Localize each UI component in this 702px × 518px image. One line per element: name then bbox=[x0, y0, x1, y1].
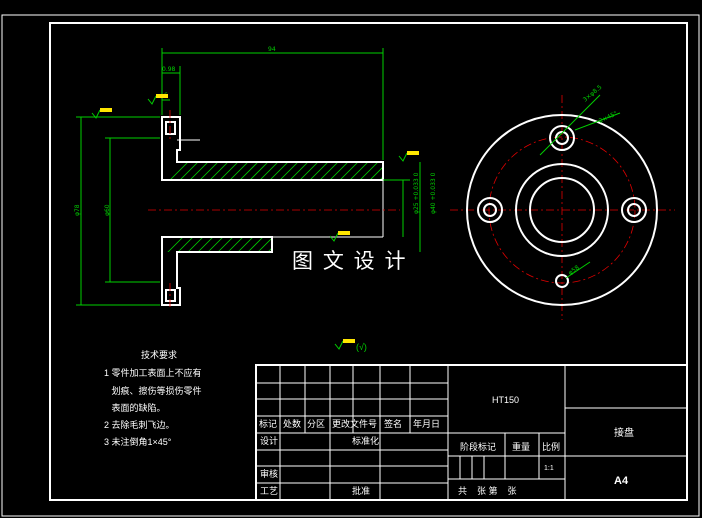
title-block: 标记 处数 分区 更改文件号 签名 年月日 设计 标准化 审核 工艺 批准 HT… bbox=[255, 364, 688, 501]
header-change-doc: 更改文件号 bbox=[332, 418, 377, 429]
design-label: 设计 bbox=[260, 435, 278, 446]
lower-wall-outline bbox=[161, 236, 273, 306]
lower-bolt-hole bbox=[165, 289, 176, 302]
roughness-symbol-4 bbox=[329, 231, 350, 242]
tech-heading: 技术要求 bbox=[141, 349, 177, 360]
roughness-symbol-2 bbox=[147, 94, 168, 105]
tech-item-2: 划痕、擦伤等损伤零件 bbox=[104, 385, 202, 396]
dim-flange-a-text: 0.98 bbox=[162, 66, 176, 73]
header-mark: 标记 bbox=[259, 418, 277, 429]
section-view: 94 0.98 6 φ78 φ60 φ25 +0.033 0 φ40 +0.03… bbox=[74, 46, 437, 352]
hole-note-text: 3×φ8.5 bbox=[582, 84, 604, 104]
tech-item-1: 1 零件加工表面上不应有 bbox=[104, 367, 202, 378]
weight-label: 重量 bbox=[512, 441, 530, 452]
sheet-size: A4 bbox=[614, 475, 629, 487]
cad-drawing-canvas: 94 0.98 6 φ78 φ60 φ25 +0.033 0 φ40 +0.03… bbox=[1, 14, 700, 517]
material-text: HT150 bbox=[492, 395, 519, 405]
standardize-label: 标准化 bbox=[352, 435, 379, 446]
roughness-symbol-general: (√) bbox=[334, 339, 367, 352]
tech-item-5: 3 未注倒角1×45° bbox=[104, 436, 172, 447]
stage-mark-label: 阶段标记 bbox=[460, 441, 496, 452]
dim-overall-length-text: 94 bbox=[268, 46, 276, 53]
review-label: 审核 bbox=[260, 468, 278, 479]
header-count: 处数 bbox=[283, 418, 301, 429]
dim-bore-25-text: φ25 +0.033 0 bbox=[413, 172, 420, 214]
watermark-text: 图 文 设 计 bbox=[292, 250, 408, 273]
dim-outer-dia-text: φ78 bbox=[74, 204, 81, 216]
hole-note-b-text: 2×45° bbox=[598, 110, 619, 125]
approve-label: 批准 bbox=[352, 485, 370, 496]
tech-item-3: 表面的缺陷。 bbox=[104, 402, 166, 413]
sheets-label: 共 张 第 张 bbox=[458, 485, 517, 496]
header-sign: 签名 bbox=[384, 418, 402, 429]
roughness-note: (√) bbox=[356, 342, 367, 352]
scale-value: 1:1 bbox=[544, 465, 554, 472]
upper-bolt-hole bbox=[165, 121, 176, 135]
header-zone: 分区 bbox=[307, 419, 325, 429]
tech-item-4: 2 去除毛刺飞边。 bbox=[104, 419, 175, 430]
roughness-symbol-3 bbox=[398, 151, 419, 162]
dim-bore-40-text: φ40 +0.033 0 bbox=[430, 172, 437, 214]
process-label: 工艺 bbox=[260, 486, 278, 496]
header-date: 年月日 bbox=[413, 418, 440, 429]
end-view: 3×φ8.5 2×45° φ58 bbox=[450, 84, 675, 320]
hole-note-c-text: φ58 bbox=[567, 264, 581, 276]
part-name: 接盘 bbox=[614, 426, 634, 439]
dim-pcd-text: φ60 bbox=[104, 204, 111, 216]
tech-requirements: 技术要求 1 零件加工表面上不应有 划痕、擦伤等损伤零件 表面的缺陷。 2 去除… bbox=[104, 349, 202, 447]
scale-label: 比例 bbox=[542, 441, 560, 452]
